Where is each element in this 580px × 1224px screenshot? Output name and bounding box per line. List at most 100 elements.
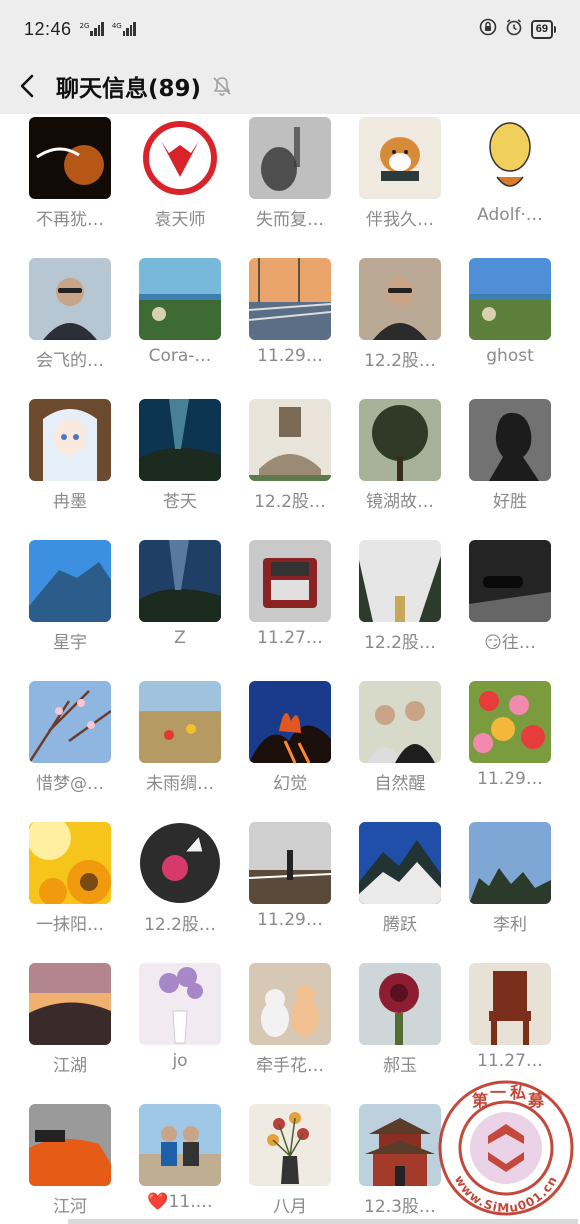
member-avatar [359,681,441,763]
member-name: ❤️11.… [147,1192,213,1212]
seal-flower-bg [470,1112,542,1184]
member-avatar [139,822,221,904]
member-item[interactable]: 苍天 [125,396,235,537]
member-avatar [359,117,441,199]
watermark-seal: 第 一 私 募 www.SiMu001.cn [438,1080,574,1216]
member-item[interactable]: 未雨绸… [125,678,235,819]
member-item[interactable]: 12.2股… [235,396,345,537]
member-item[interactable]: 幻觉 [235,678,345,819]
member-item[interactable]: jo [125,960,235,1101]
member-name: 会飞的… [36,351,104,371]
member-avatar [469,117,551,199]
member-item[interactable]: 11.29… [455,678,565,819]
member-avatar [29,258,111,340]
member-name: 冉墨 [53,492,87,512]
member-name: 江河 [53,1197,87,1217]
member-avatar [139,117,221,199]
home-indicator-strip [68,1219,578,1224]
member-item[interactable]: 冉墨 [15,396,125,537]
member-name: 12.2股… [364,633,436,653]
status-bar: 12:46 2G 4G 69 [0,0,580,58]
member-avatar [29,540,111,622]
member-avatar [249,963,331,1045]
member-name: 伴我久… [366,210,434,230]
member-avatar [249,540,331,622]
member-item[interactable]: 惜梦@… [15,678,125,819]
member-item[interactable]: 自然醒 [345,678,455,819]
member-name: 郝玉 [383,1056,417,1076]
alarm-icon [505,18,523,40]
member-name: Z [174,628,186,648]
seal-char-1: 第 [472,1091,488,1110]
member-avatar [359,1104,441,1186]
member-item[interactable]: 李利 [455,819,565,960]
member-item[interactable]: 11.27… [235,537,345,678]
member-avatar [249,681,331,763]
member-avatar [249,399,331,481]
back-button[interactable] [0,58,56,114]
member-item[interactable]: 12.2股… [345,255,455,396]
member-item[interactable]: 腾跃 [345,819,455,960]
member-item[interactable]: 江湖 [15,960,125,1101]
member-item[interactable]: 不再犹… [15,114,125,255]
member-item[interactable]: 12.2股… [125,819,235,960]
sim1-label: 2G [79,22,90,30]
member-item[interactable]: Cora-… [125,255,235,396]
member-item[interactable]: ghost [455,255,565,396]
member-item[interactable]: 失而复… [235,114,345,255]
member-avatar [469,258,551,340]
status-right: 69 [479,18,556,40]
member-name: 11.27… [477,1051,543,1071]
chat-info-screen: 12:46 2G 4G 69 聊天信息(89) 不再犹… 袁天师 失而复… 伴我… [0,0,580,1224]
mute-bell-icon [211,75,233,97]
member-avatar [469,822,551,904]
member-name: 未雨绸… [146,774,214,794]
member-item[interactable]: 11.29… [235,819,345,960]
member-name: 12.2股… [364,351,436,371]
member-name: 11.29… [477,769,543,789]
member-avatar [29,1104,111,1186]
member-item[interactable]: 会飞的… [15,255,125,396]
member-avatar [249,117,331,199]
page-title: 聊天信息(89) [56,76,202,102]
member-name: 袁天师 [154,210,206,230]
member-item[interactable]: Z [125,537,235,678]
member-avatar [139,399,221,481]
member-item[interactable]: 11.29… [235,255,345,396]
member-item[interactable]: 袁天师 [125,114,235,255]
member-name: 一抹阳… [36,915,104,935]
member-avatar [359,963,441,1045]
member-item[interactable]: ❤️11.… [125,1101,235,1224]
member-item[interactable]: 一抹阳… [15,819,125,960]
member-name: 李利 [493,915,527,935]
member-name: 自然醒 [374,774,426,794]
member-item[interactable]: 江河 [15,1101,125,1224]
member-item[interactable]: 伴我久… [345,114,455,255]
member-name: 镜湖故… [366,492,434,512]
member-item[interactable]: 牵手花… [235,960,345,1101]
member-name: 幻觉 [273,774,307,794]
member-item[interactable]: 八月 [235,1101,345,1224]
member-avatar [469,540,551,622]
member-item[interactable]: 😏往… [455,537,565,678]
member-avatar [139,681,221,763]
sim2-label: 4G [111,22,122,30]
member-avatar [359,258,441,340]
member-name: 星宇 [53,633,87,653]
member-avatar [469,399,551,481]
member-name: Cora-… [148,346,212,366]
status-left: 12:46 2G 4G [24,19,137,40]
member-avatar [139,258,221,340]
seal-char-2: 一 [490,1083,506,1102]
member-item[interactable]: Adolf·… [455,114,565,255]
member-avatar [249,822,331,904]
member-name: jo [172,1051,188,1071]
member-item[interactable]: 镜湖故… [345,396,455,537]
member-item[interactable]: 好胜 [455,396,565,537]
member-avatar [29,822,111,904]
seal-char-3: 私 [510,1083,526,1102]
member-item[interactable]: 12.2股… [345,537,455,678]
member-item[interactable]: 星宇 [15,537,125,678]
member-avatar [139,1104,221,1186]
battery-level: 69 [530,19,553,39]
